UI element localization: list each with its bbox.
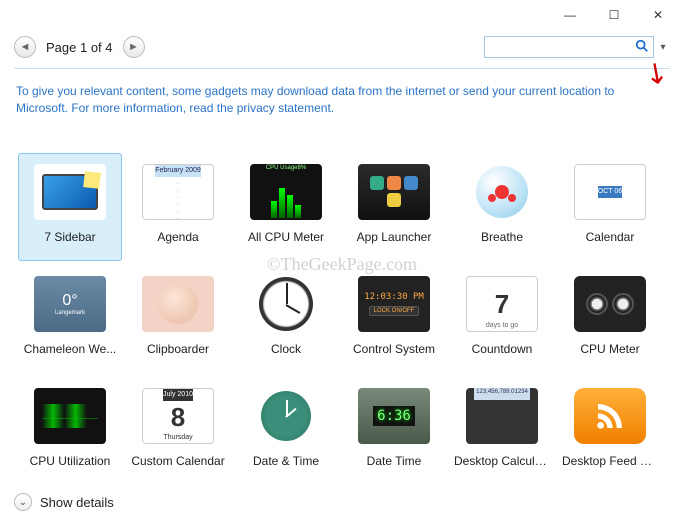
gadget-label: Desktop Calcula... (454, 454, 550, 468)
gadget-label: Countdown (454, 342, 550, 356)
gadget-label: CPU Meter (562, 342, 658, 356)
info-text: To give you relevant content, some gadge… (0, 69, 684, 127)
next-page-button[interactable]: ► (123, 36, 145, 58)
minimize-icon: — (564, 8, 576, 22)
gadget-label: Control System (346, 342, 442, 356)
gadget-item[interactable]: 7 Sidebar (18, 153, 122, 261)
gadget-label: CPU Utilization (22, 454, 118, 468)
gadget-label: Desktop Feed R... (562, 454, 658, 468)
toolbar: ◄ Page 1 of 4 ► ▾ (0, 30, 684, 64)
page-label: Page 1 of 4 (42, 40, 117, 55)
gadget-item[interactable]: Breathe (450, 153, 554, 261)
page-nav: ◄ Page 1 of 4 ► (14, 36, 145, 58)
gadget-thumb (250, 388, 322, 444)
gadget-thumb (250, 276, 322, 332)
gadget-item[interactable]: Clock (234, 265, 338, 373)
gadget-label: Clipboarder (130, 342, 226, 356)
gadget-thumb (574, 276, 646, 332)
gadget-grid: 7 Sidebar February 2009 Agenda CPU Usage8% A… (0, 127, 684, 485)
gadget-label: Custom Calendar (130, 454, 226, 468)
gadget-item[interactable]: OCT 06 Calendar (558, 153, 662, 261)
gadget-thumb (142, 276, 214, 332)
gadget-label: All CPU Meter (238, 230, 334, 244)
gadget-item[interactable]: App Launcher (342, 153, 446, 261)
gadget-thumb (358, 164, 430, 220)
gadget-label: Agenda (130, 230, 226, 244)
search-input[interactable] (484, 36, 654, 58)
gadget-thumb: 123,456,789.01234 (466, 388, 538, 444)
maximize-icon: ☐ (609, 8, 620, 22)
close-icon: ✕ (653, 8, 663, 22)
gadget-thumb (466, 164, 538, 220)
close-button[interactable]: ✕ (636, 1, 680, 29)
search-dropdown-button[interactable]: ▾ (656, 42, 670, 53)
maximize-button[interactable]: ☐ (592, 1, 636, 29)
gadget-item[interactable]: CPU Meter (558, 265, 662, 373)
gadget-label: Calendar (562, 230, 658, 244)
gadget-label: App Launcher (346, 230, 442, 244)
gadget-item[interactable]: Clipboarder (126, 265, 230, 373)
gadget-label: Date Time (346, 454, 442, 468)
gadget-thumb (34, 164, 106, 220)
gadget-item[interactable]: February 2009 Agenda (126, 153, 230, 261)
gadget-thumb: 12:03:30 PMLOCK ON/OFF (358, 276, 430, 332)
gadget-item[interactable]: Date & Time (234, 377, 338, 485)
search-wrap: ▾ (484, 36, 670, 58)
gadget-item[interactable]: 7days to go Countdown (450, 265, 554, 373)
gadget-item[interactable]: July 20108Thursday Custom Calendar (126, 377, 230, 485)
gadget-thumb: 0°Langemark (34, 276, 106, 332)
gadget-label: Date & Time (238, 454, 334, 468)
show-details-label: Show details (40, 495, 114, 510)
gadget-item[interactable]: 123,456,789.01234 Desktop Calcula... (450, 377, 554, 485)
gadget-item[interactable]: 12:03:30 PMLOCK ON/OFF Control System (342, 265, 446, 373)
gadget-label: Clock (238, 342, 334, 356)
gadget-thumb (34, 388, 106, 444)
show-details-button[interactable]: ⌄ (14, 493, 32, 511)
gadget-thumb: July 20108Thursday (142, 388, 214, 444)
gadget-thumb (574, 388, 646, 444)
footer: ⌄ Show details (14, 493, 114, 511)
gadget-item[interactable]: 6:36 Date Time (342, 377, 446, 485)
gadget-thumb: 6:36 (358, 388, 430, 444)
prev-page-button[interactable]: ◄ (14, 36, 36, 58)
gadget-thumb: OCT 06 (574, 164, 646, 220)
gadget-item[interactable]: 0°Langemark Chameleon We... (18, 265, 122, 373)
gadget-label: Chameleon We... (22, 342, 118, 356)
gadget-thumb: CPU Usage8% (250, 164, 322, 220)
gadget-item[interactable]: CPU Utilization (18, 377, 122, 485)
minimize-button[interactable]: — (548, 1, 592, 29)
gadget-thumb: February 2009 (142, 164, 214, 220)
gadget-label: Breathe (454, 230, 550, 244)
gadget-thumb: 7days to go (466, 276, 538, 332)
gadget-item[interactable]: Desktop Feed R... (558, 377, 662, 485)
gadget-label: 7 Sidebar (22, 230, 118, 244)
search-icon (635, 39, 649, 56)
gadget-item[interactable]: CPU Usage8% All CPU Meter (234, 153, 338, 261)
title-bar: — ☐ ✕ (0, 0, 684, 30)
